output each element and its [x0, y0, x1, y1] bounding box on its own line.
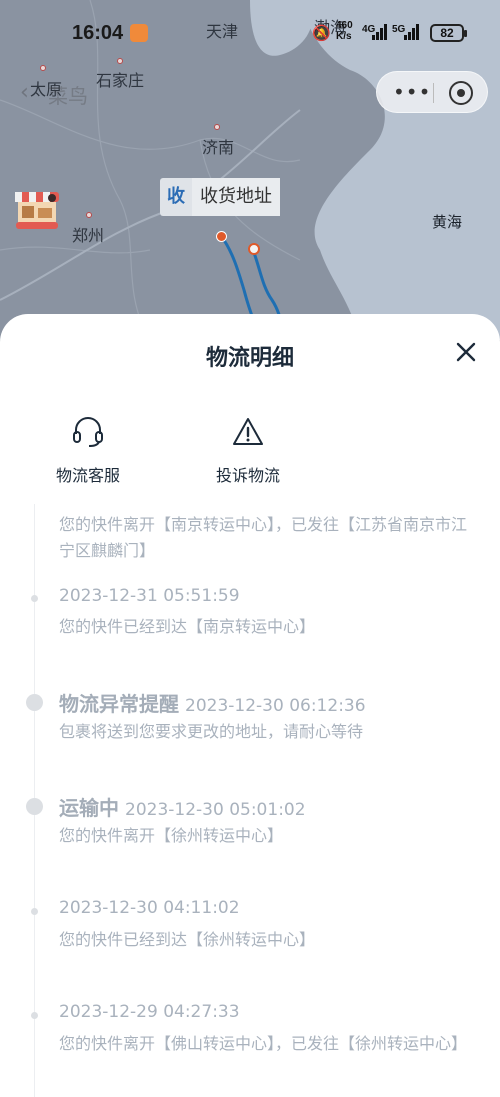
- notification-app-icon: [130, 24, 148, 42]
- event-time: 2023-12-29 04:27:33: [59, 1002, 240, 1022]
- network-speed: 460 K/s: [336, 20, 353, 42]
- sheet-title: 物流明细: [205, 346, 294, 371]
- delivery-address-label: 收货地址: [192, 178, 280, 216]
- event-status: 物流异常提醒: [59, 692, 179, 716]
- event-status: 运输中: [59, 796, 119, 820]
- city-zhengzhou: 郑州: [72, 226, 105, 245]
- receive-badge: 收: [167, 186, 185, 207]
- timeline-dot: [26, 798, 43, 815]
- event-time: 2023-12-31 05:51:59: [59, 586, 240, 606]
- clock-time: 16:04: [72, 22, 124, 44]
- destination-marker: [248, 243, 260, 255]
- event-description: 您的快件已经到达【徐州转运中心】: [59, 930, 316, 949]
- more-icon[interactable]: •••: [393, 80, 431, 104]
- event-header: 物流异常提醒 2023-12-30 06:12:36: [59, 688, 366, 717]
- timeline-dot: [31, 1012, 38, 1019]
- signal-bars-icon: [404, 24, 419, 40]
- close-icon[interactable]: [452, 338, 480, 366]
- timeline-dot: [31, 908, 38, 915]
- event-header: 运输中 2023-12-30 05:01:02: [59, 792, 306, 821]
- city-dot-jinan: [214, 124, 220, 130]
- complaint-label: 投诉物流: [215, 466, 280, 485]
- city-shijiazhuang: 石家庄: [96, 71, 145, 90]
- event-time: 2023-12-30 06:12:36: [185, 696, 366, 716]
- shop-icon[interactable]: [12, 186, 62, 232]
- status-bar: 16:04 🔕 460 K/s 4G 5G 82: [0, 0, 500, 62]
- event-description: 您的快件离开【徐州转运中心】: [59, 826, 284, 845]
- delivery-address-tag[interactable]: 收 收货地址: [160, 178, 280, 216]
- customer-service-label: 物流客服: [55, 466, 120, 485]
- city-dot-taiyuan: [40, 65, 46, 71]
- logistics-map[interactable]: 天津 渤海 太原 石家庄 济南 郑州 黄海 ‹ 菜鸟 收 收货地址 16:04 …: [0, 0, 500, 340]
- sea-huanghai: 黄海: [432, 213, 463, 231]
- complaint-button[interactable]: 投诉物流: [212, 414, 284, 486]
- event-time: 2023-12-30 05:01:02: [125, 800, 306, 820]
- timeline-dot: [31, 595, 38, 602]
- mute-bell-icon: 🔕: [312, 24, 331, 42]
- customer-service-button[interactable]: 物流客服: [52, 414, 124, 486]
- close-miniprogram-icon[interactable]: [449, 81, 473, 105]
- event-description: 包裹将送到您要求更改的地址，请耐心等待: [59, 722, 364, 741]
- event-description: 您的快件离开【南京转运中心】，已发往【江苏省南京市江宁区麒麟门】: [59, 515, 468, 560]
- event-description: 您的快件离开【佛山转运中心】，已发往【徐州转运中心】: [59, 1034, 468, 1053]
- battery-indicator: 82: [430, 24, 467, 42]
- timeline-dot: [26, 694, 43, 711]
- event-header: 2023-12-31 05:51:59: [59, 586, 240, 606]
- back-arrow-icon[interactable]: ‹: [20, 80, 29, 105]
- capsule-divider: [433, 83, 434, 103]
- signal-bars-icon: [372, 24, 387, 40]
- event-description: 您的快件已经到达【南京转运中心】: [59, 617, 316, 636]
- miniprogram-capsule: •••: [376, 71, 488, 113]
- event-header: 2023-12-29 04:27:33: [59, 1002, 240, 1022]
- city-dot-zhengzhou: [86, 212, 92, 218]
- logistics-detail-sheet: 物流明细 物流客服 投诉物流 您的快件离开【南京转运中心】，已发往【江苏省南京市…: [0, 314, 500, 1097]
- warning-icon: [233, 418, 263, 445]
- brand-faint-title: 菜鸟: [48, 84, 88, 108]
- city-jinan: 济南: [202, 138, 235, 157]
- headset-icon: [73, 417, 103, 447]
- event-header: 2023-12-30 04:11:02: [59, 898, 240, 918]
- event-time: 2023-12-30 04:11:02: [59, 898, 240, 918]
- origin-marker: [216, 231, 227, 242]
